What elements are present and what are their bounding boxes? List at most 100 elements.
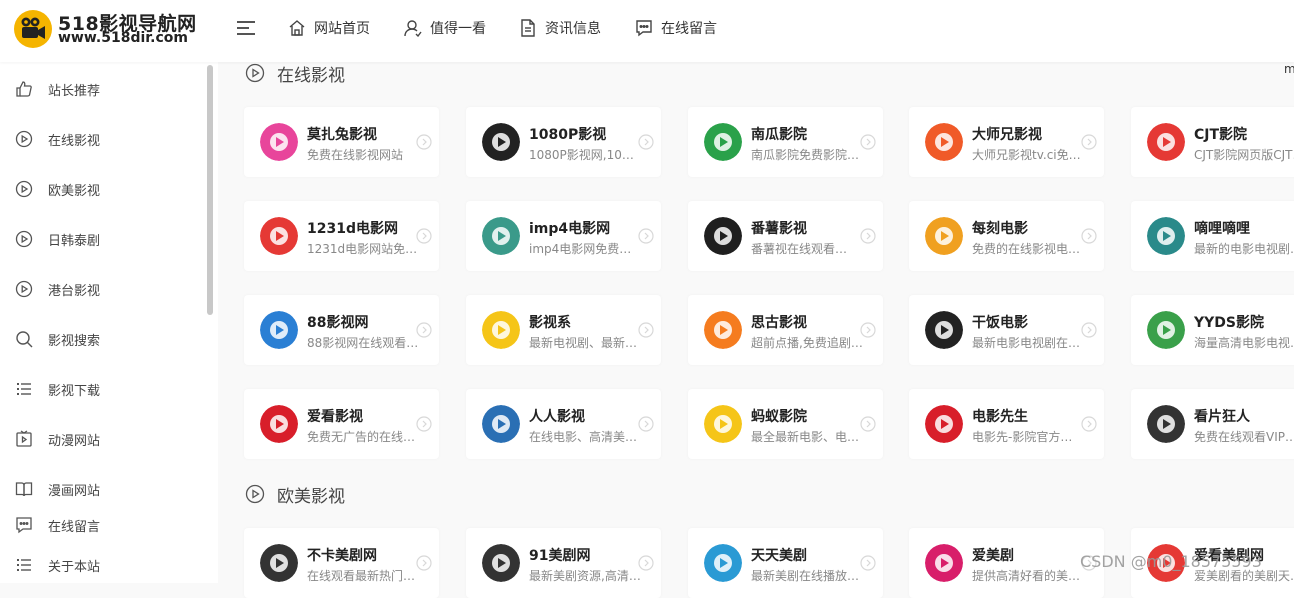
site-card-description: 最新电视剧、最新… bbox=[529, 336, 638, 350]
chevron-right-icon[interactable] bbox=[416, 416, 432, 432]
site-card[interactable]: 爱美剧 提供高清好看的美… bbox=[909, 528, 1104, 598]
site-card[interactable]: 每刻电影 免费的在线影视电… bbox=[909, 201, 1104, 271]
site-card[interactable]: 干饭电影 最新电影电视剧在… bbox=[909, 295, 1104, 365]
chevron-right-icon[interactable] bbox=[416, 555, 432, 571]
tv-play-icon bbox=[16, 430, 32, 447]
section-title-label: 欧美影视 bbox=[277, 486, 345, 507]
site-card[interactable]: 电影先生 电影先-影院官方网… bbox=[909, 389, 1104, 459]
sidebar-item-label: 影视搜索 bbox=[48, 333, 101, 349]
site-card[interactable]: 91美剧网 最新美剧资源,高清… bbox=[466, 528, 661, 598]
nav-message-label: 在线留言 bbox=[661, 21, 717, 37]
site-card[interactable]: 嘀哩嘀哩 最新的电影电视剧… bbox=[1131, 201, 1294, 271]
site-card[interactable]: 影视系 最新电视剧、最新… bbox=[466, 295, 661, 365]
site-logo-icon bbox=[482, 217, 520, 255]
nav-recommend[interactable]: 值得一看 bbox=[404, 17, 486, 39]
site-card[interactable]: 1080P影视 1080P影视网,108… bbox=[466, 107, 661, 177]
site-card[interactable]: 人人影视 在线电影、高清美… bbox=[466, 389, 661, 459]
site-card[interactable]: imp4电影网 imp4电影网免费在… bbox=[466, 201, 661, 271]
search-icon bbox=[16, 331, 33, 348]
chevron-right-icon[interactable] bbox=[1081, 228, 1097, 244]
sidebar-item-label: 关于本站 bbox=[48, 559, 101, 575]
user-icon bbox=[404, 20, 422, 37]
nav-home-label: 网站首页 bbox=[314, 21, 370, 37]
sidebar-item-about[interactable]: 关于本站 bbox=[0, 550, 205, 580]
site-logo-icon bbox=[260, 217, 298, 255]
sidebar-item-comics[interactable]: 漫画网站 bbox=[0, 474, 205, 504]
site-logo-icon bbox=[1147, 217, 1185, 255]
site-card[interactable]: YYDS影院 海量高清电影电视… bbox=[1131, 295, 1294, 365]
site-logo-icon bbox=[482, 123, 520, 161]
site-card-description: 海量高清电影电视… bbox=[1194, 336, 1294, 350]
sidebar-item-search[interactable]: 影视搜索 bbox=[0, 324, 205, 354]
chevron-right-icon[interactable] bbox=[1081, 134, 1097, 150]
sidebar-item-download[interactable]: 影视下载 bbox=[0, 374, 205, 404]
site-logo-icon bbox=[1147, 123, 1185, 161]
site-card-description: 在线电影、高清美… bbox=[529, 430, 638, 444]
site-card-description: 最全最新电影、电… bbox=[751, 430, 860, 444]
site-card-title: 嘀哩嘀哩 bbox=[1194, 221, 1250, 237]
site-card[interactable]: 南瓜影院 南瓜影院免费影院… bbox=[688, 107, 883, 177]
chevron-right-icon[interactable] bbox=[638, 555, 654, 571]
site-card[interactable]: 爱看影视 免费无广告的在线… bbox=[244, 389, 439, 459]
site-card-title: 爱看影视 bbox=[307, 409, 363, 425]
site-card[interactable]: 番薯影视 番薯视在线观看… bbox=[688, 201, 883, 271]
chevron-right-icon[interactable] bbox=[860, 228, 876, 244]
chevron-right-icon[interactable] bbox=[416, 322, 432, 338]
chevron-right-icon[interactable] bbox=[638, 134, 654, 150]
message-icon bbox=[16, 517, 32, 534]
menu-toggle-icon[interactable] bbox=[235, 17, 257, 39]
chevron-right-icon[interactable] bbox=[416, 134, 432, 150]
site-card[interactable]: 1231d电影网 1231d电影网站免… bbox=[244, 201, 439, 271]
chevron-right-icon[interactable] bbox=[638, 228, 654, 244]
site-card[interactable]: CJT影院 CJT影院网页版CJT… bbox=[1131, 107, 1294, 177]
site-card[interactable]: 不卡美剧网 在线观看最新热门… bbox=[244, 528, 439, 598]
chevron-right-icon[interactable] bbox=[860, 134, 876, 150]
site-logo-icon bbox=[704, 123, 742, 161]
section-title-western: 欧美影视 bbox=[245, 481, 345, 507]
site-card[interactable]: 88影视网 88影视网在线观看… bbox=[244, 295, 439, 365]
nav-news[interactable]: 资讯信息 bbox=[519, 17, 601, 39]
nav-home[interactable]: 网站首页 bbox=[288, 17, 370, 39]
sidebar-item-label: 漫画网站 bbox=[48, 483, 101, 499]
site-card-title: 大师兄影视 bbox=[972, 127, 1042, 143]
sidebar-item-online[interactable]: 在线影视 bbox=[0, 124, 205, 154]
site-card[interactable]: 莫扎兔影视 免费在线影视网站 bbox=[244, 107, 439, 177]
sidebar-item-anime[interactable]: 动漫网站 bbox=[0, 424, 205, 454]
chevron-right-icon[interactable] bbox=[1081, 322, 1097, 338]
site-card-description: imp4电影网免费在… bbox=[529, 242, 641, 256]
sidebar-item-recommend[interactable]: 站长推荐 bbox=[0, 74, 205, 104]
sidebar-item-label: 影视下载 bbox=[48, 383, 101, 399]
site-logo-icon bbox=[1147, 311, 1185, 349]
chevron-right-icon[interactable] bbox=[860, 322, 876, 338]
site-logo-icon bbox=[482, 311, 520, 349]
chevron-right-icon[interactable] bbox=[860, 555, 876, 571]
site-card-description: 在线观看最新热门… bbox=[307, 569, 416, 583]
sidebar-item-asian[interactable]: 日韩泰剧 bbox=[0, 224, 205, 254]
site-card[interactable]: 蚂蚁影院 最全最新电影、电… bbox=[688, 389, 883, 459]
site-card[interactable]: 思古影视 超前点播,免费追剧,… bbox=[688, 295, 883, 365]
sidebar-scrollbar[interactable] bbox=[207, 65, 213, 315]
chevron-right-icon[interactable] bbox=[638, 416, 654, 432]
site-card[interactable]: 大师兄影视 大师兄影视tv.ci免… bbox=[909, 107, 1104, 177]
site-logo-icon bbox=[925, 217, 963, 255]
site-logo[interactable]: 518影视导航网 www.518dir.com bbox=[14, 8, 214, 52]
more-link[interactable]: m bbox=[1284, 62, 1294, 76]
chevron-right-icon[interactable] bbox=[1081, 416, 1097, 432]
sidebar-item-label: 欧美影视 bbox=[48, 183, 101, 199]
site-logo-icon bbox=[704, 405, 742, 443]
sidebar-item-message[interactable]: 在线留言 bbox=[0, 510, 205, 540]
site-card-description: 1231d电影网站免… bbox=[307, 242, 418, 256]
site-logo-icon bbox=[482, 405, 520, 443]
site-card-title: 91美剧网 bbox=[529, 548, 591, 564]
site-card[interactable]: 天天美剧 最新美剧在线播放… bbox=[688, 528, 883, 598]
chevron-right-icon[interactable] bbox=[638, 322, 654, 338]
sidebar-item-western[interactable]: 欧美影视 bbox=[0, 174, 205, 204]
chevron-right-icon[interactable] bbox=[416, 228, 432, 244]
site-card[interactable]: 看片狂人 免费在线观看VIP… bbox=[1131, 389, 1294, 459]
site-logo-icon bbox=[260, 544, 298, 582]
site-card-title: 莫扎兔影视 bbox=[307, 127, 377, 143]
sidebar-item-hktw[interactable]: 港台影视 bbox=[0, 274, 205, 304]
chevron-right-icon[interactable] bbox=[860, 416, 876, 432]
nav-message[interactable]: 在线留言 bbox=[635, 17, 717, 39]
sidebar: 站长推荐 在线影视 欧美影视 日韩泰剧 港台影视 影视搜索 影视下载 动漫网站 … bbox=[0, 62, 218, 583]
